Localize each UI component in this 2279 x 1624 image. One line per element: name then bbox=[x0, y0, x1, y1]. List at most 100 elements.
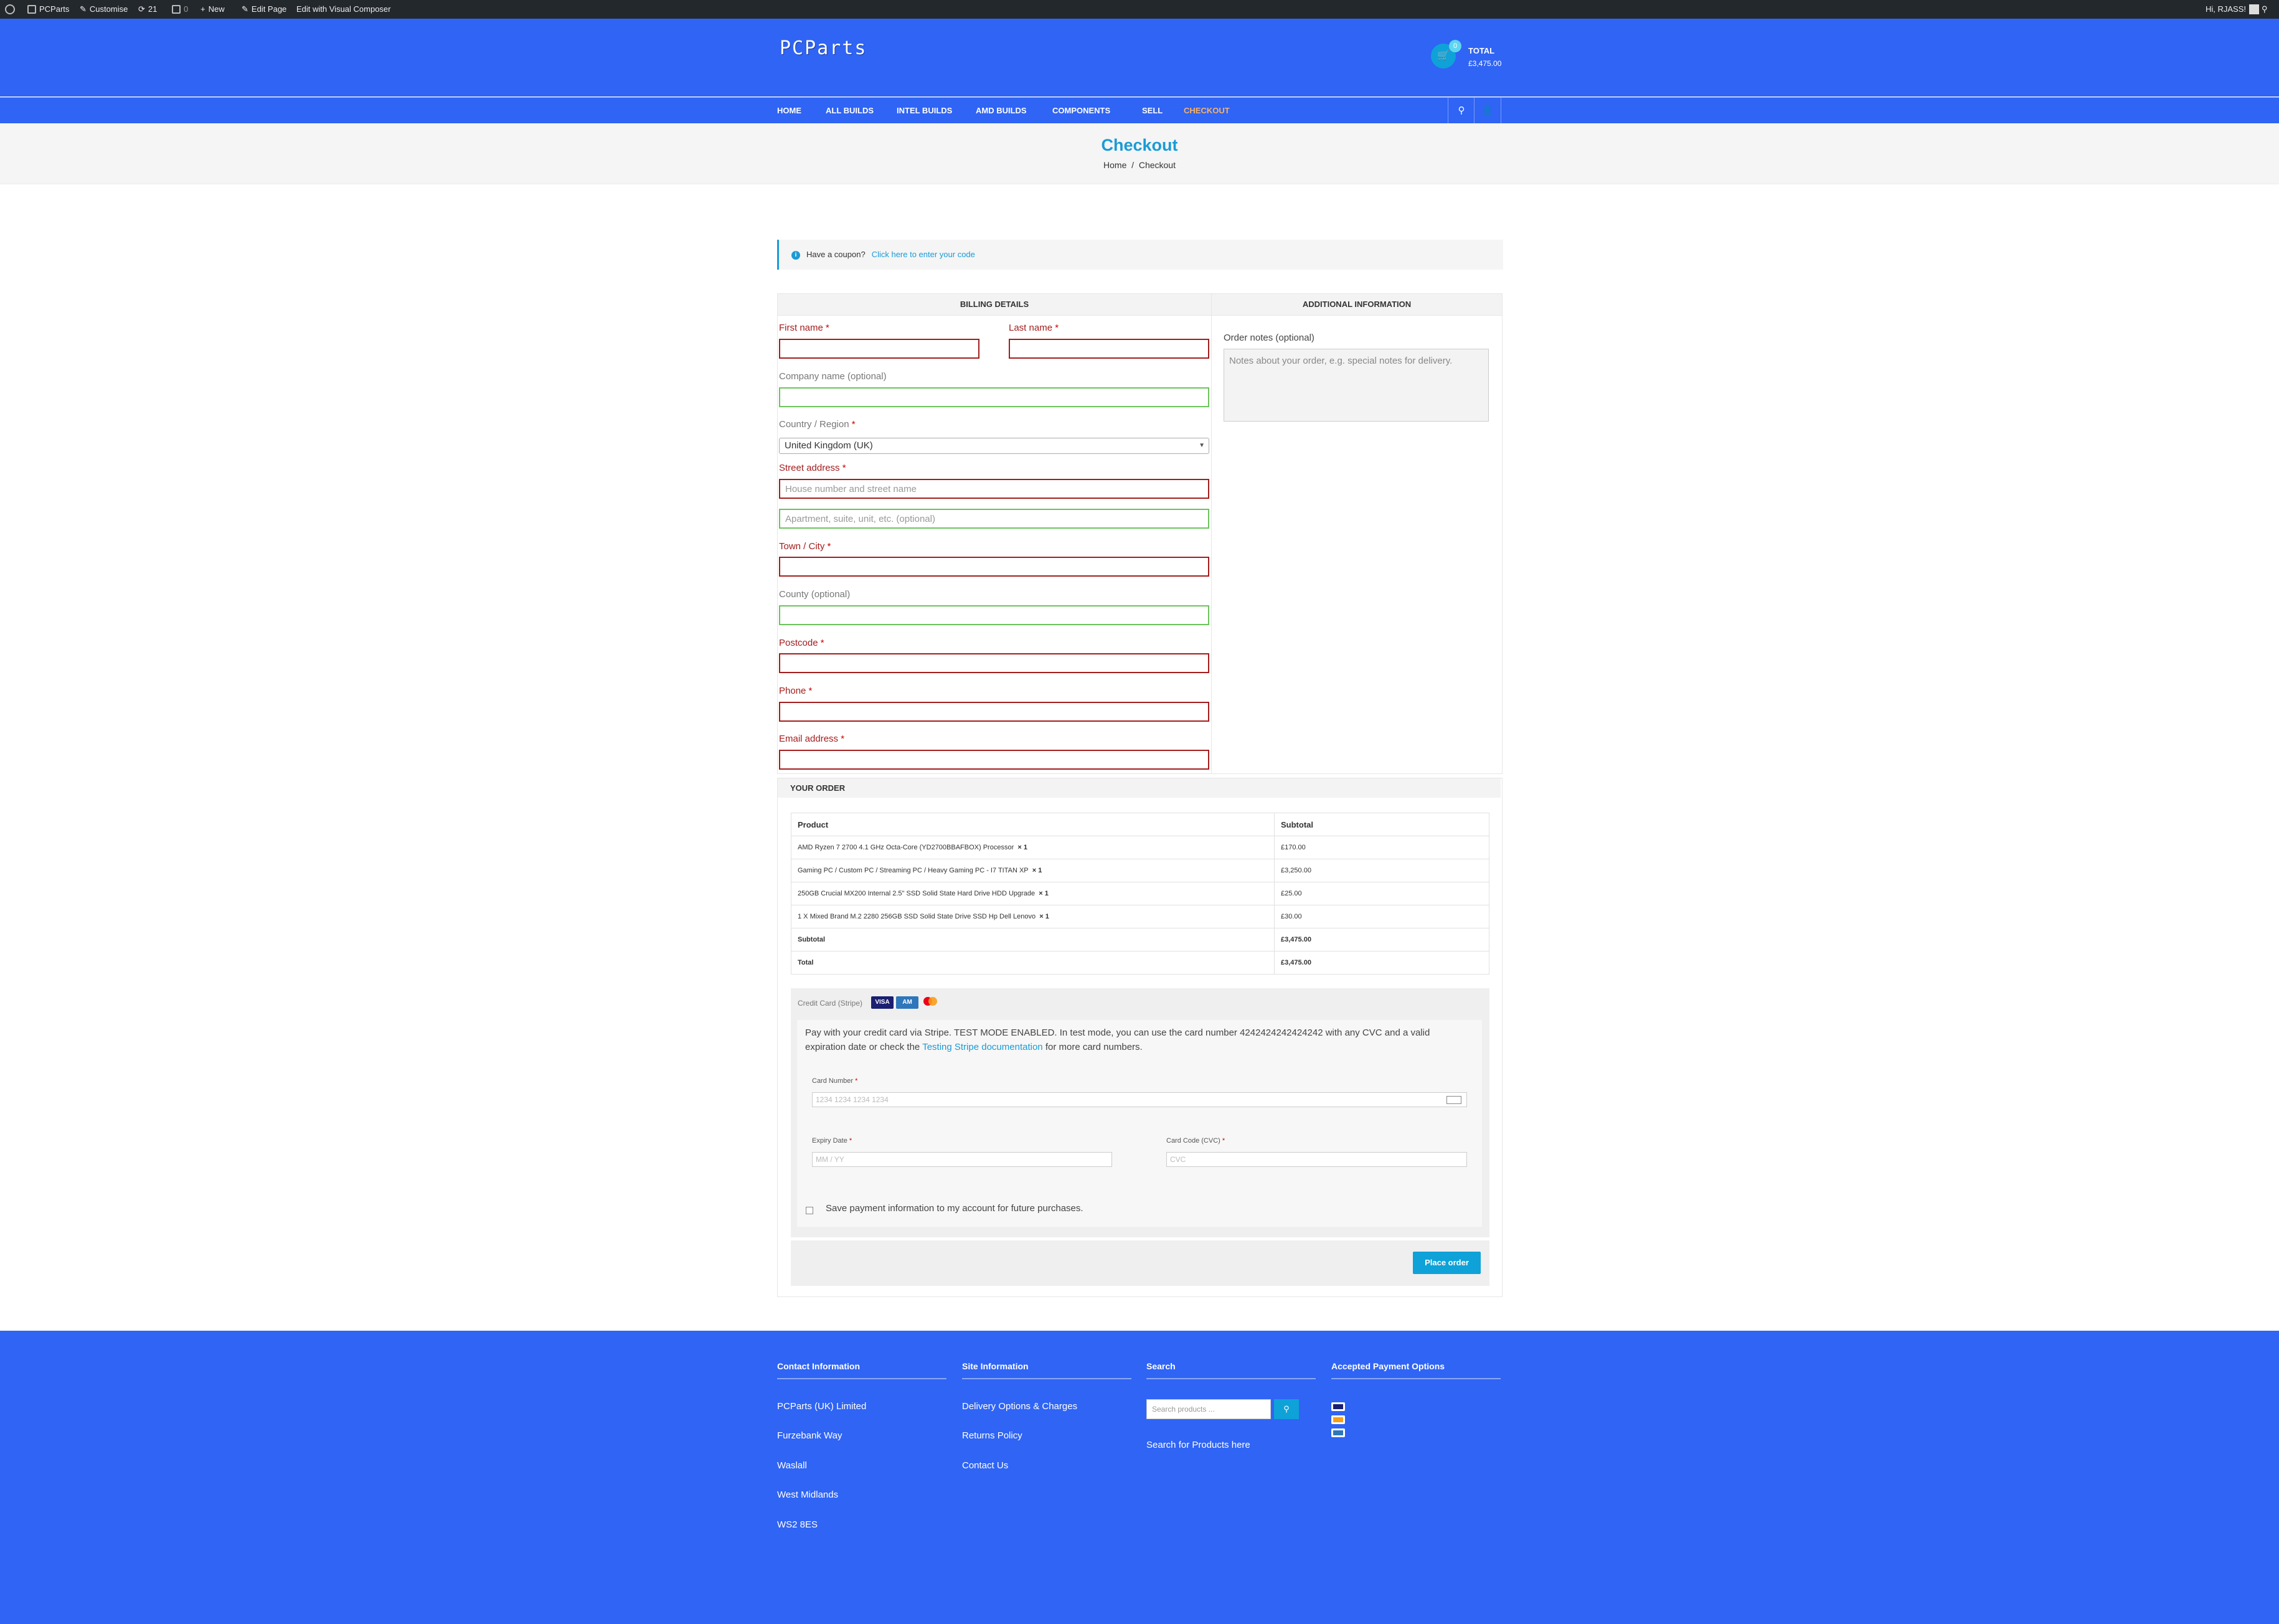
footer-link-returns[interactable]: Returns Policy bbox=[962, 1430, 1022, 1441]
wordpress-logo-icon[interactable] bbox=[5, 0, 15, 19]
search-icon: ⚲ bbox=[1283, 1404, 1290, 1414]
company-field[interactable] bbox=[779, 387, 1209, 407]
cart-count-badge: 0 bbox=[1449, 40, 1461, 52]
main-nav: HOME ALL BUILDS INTEL BUILDS AMD BUILDS … bbox=[0, 98, 2279, 123]
footer-divider bbox=[1146, 1378, 1316, 1379]
footer-search-text: Search for Products here bbox=[1146, 1440, 1250, 1450]
country-select[interactable]: United Kingdom (UK) ▼ bbox=[779, 438, 1209, 454]
footer-divider bbox=[777, 1378, 946, 1379]
additional-heading: ADDITIONAL INFORMATION bbox=[1212, 294, 1502, 316]
plus-icon: + bbox=[201, 4, 205, 14]
footer-search-heading: Search bbox=[1146, 1361, 1176, 1371]
save-payment-checkbox[interactable] bbox=[806, 1207, 813, 1214]
cart-total-label: TOTAL bbox=[1468, 46, 1495, 55]
product-cell: 1 X Mixed Brand M.2 2280 256GB SSD Solid… bbox=[791, 905, 1275, 928]
payment-method-label[interactable]: Credit Card (Stripe) bbox=[798, 999, 862, 1008]
street-field[interactable]: House number and street name bbox=[779, 479, 1209, 499]
coupon-notice: i Have a coupon? Click here to enter your … bbox=[777, 240, 1503, 270]
street2-field[interactable]: Apartment, suite, unit, etc. (optional) bbox=[779, 509, 1209, 529]
nav-intel-builds[interactable]: INTEL BUILDS bbox=[897, 98, 952, 123]
home-icon bbox=[27, 5, 36, 14]
info-icon: i bbox=[791, 250, 800, 260]
admin-account-link[interactable]: Hi, RJASS! bbox=[2206, 0, 2260, 19]
nav-components[interactable]: COMPONENTS bbox=[1052, 98, 1110, 123]
contact-line: Waslall bbox=[777, 1460, 807, 1471]
price-cell: £3,250.00 bbox=[1274, 859, 1489, 882]
table-row: 1 X Mixed Brand M.2 2280 256GB SSD Solid… bbox=[791, 905, 1489, 928]
subtotal-row: Subtotal £3,475.00 bbox=[791, 928, 1489, 951]
visa-icon: VISA bbox=[871, 996, 894, 1009]
nav-amd-builds[interactable]: AMD BUILDS bbox=[976, 98, 1027, 123]
mastercard-icon bbox=[1331, 1415, 1345, 1424]
nav-search-icon[interactable]: ⚲ bbox=[1448, 98, 1475, 123]
product-cell: AMD Ryzen 7 2700 4.1 GHz Octa-Core (YD27… bbox=[791, 836, 1275, 859]
phone-label: Phone * bbox=[779, 686, 813, 696]
footer-search-button[interactable]: ⚲ bbox=[1274, 1399, 1299, 1419]
admin-new-link[interactable]: + New bbox=[201, 0, 225, 19]
street-label: Street address * bbox=[779, 463, 846, 473]
county-field[interactable] bbox=[779, 605, 1209, 625]
admin-comments-link[interactable]: 0 bbox=[172, 0, 188, 19]
expiry-label: Expiry Date * bbox=[812, 1137, 852, 1145]
breadcrumb-separator: / bbox=[1131, 160, 1135, 170]
mastercard-circle bbox=[928, 997, 937, 1006]
price-cell: £25.00 bbox=[1274, 882, 1489, 905]
amex-icon: AM bbox=[896, 996, 918, 1009]
town-field[interactable] bbox=[779, 557, 1209, 577]
payment-description: Pay with your credit card via Stripe. TE… bbox=[805, 1027, 1430, 1052]
card-number-field[interactable]: 1234 1234 1234 1234 bbox=[812, 1092, 1467, 1107]
postcode-field[interactable] bbox=[779, 653, 1209, 673]
coupon-link[interactable]: Click here to enter your code bbox=[872, 250, 975, 259]
footer-link-contact[interactable]: Contact Us bbox=[962, 1460, 1008, 1471]
order-notes-label: Order notes (optional) bbox=[1224, 333, 1314, 343]
nav-all-builds[interactable]: ALL BUILDS bbox=[826, 98, 874, 123]
admin-site-link[interactable]: PCParts bbox=[27, 0, 69, 19]
total-row: Total £3,475.00 bbox=[791, 951, 1489, 975]
avatar bbox=[2249, 4, 2260, 14]
stripe-docs-link[interactable]: Testing Stripe documentation bbox=[922, 1042, 1042, 1052]
order-table: Product Subtotal AMD Ryzen 7 2700 4.1 GH… bbox=[791, 813, 1489, 975]
admin-edit-page-link[interactable]: ✎ Edit Page bbox=[242, 0, 286, 19]
site-logo[interactable]: PCParts bbox=[780, 37, 867, 59]
footer-divider bbox=[1331, 1378, 1501, 1379]
contact-line: PCParts (UK) Limited bbox=[777, 1401, 867, 1412]
save-payment-label: Save payment information to my account f… bbox=[826, 1203, 1083, 1214]
cvc-field[interactable]: CVC bbox=[1166, 1152, 1467, 1167]
page-title: Checkout bbox=[1101, 136, 1178, 154]
admin-edit-vc-link[interactable]: Edit with Visual Composer bbox=[296, 0, 391, 19]
phone-field[interactable] bbox=[779, 702, 1209, 722]
breadcrumb: Home / Checkout bbox=[0, 160, 2279, 170]
pencil-icon: ✎ bbox=[242, 4, 248, 14]
admin-search-icon[interactable]: ⚲ bbox=[2262, 0, 2268, 19]
footer-payment-heading: Accepted Payment Options bbox=[1331, 1361, 1445, 1371]
nav-home[interactable]: HOME bbox=[777, 98, 801, 123]
footer-link-delivery[interactable]: Delivery Options & Charges bbox=[962, 1401, 1077, 1412]
nav-account-icon[interactable]: 👤 bbox=[1474, 98, 1501, 123]
email-label: Email address * bbox=[779, 734, 845, 744]
wp-admin-bar: PCParts ✎ Customise ⟳ 21 0 + New ✎ Edit Page… bbox=[0, 0, 2279, 19]
company-label: Company name (optional) bbox=[779, 371, 887, 382]
nav-sell[interactable]: SELL bbox=[1142, 98, 1163, 123]
email-field[interactable] bbox=[779, 750, 1209, 770]
footer-search-input[interactable]: Search products ... bbox=[1146, 1399, 1271, 1419]
order-table-header: Product Subtotal bbox=[791, 813, 1489, 836]
nav-checkout[interactable]: CHECKOUT bbox=[1184, 98, 1230, 123]
total-value: £3,475.00 bbox=[1274, 951, 1489, 975]
chevron-down-icon: ▼ bbox=[1199, 442, 1205, 449]
cvc-label: Card Code (CVC) * bbox=[1166, 1137, 1225, 1145]
first-name-field[interactable] bbox=[779, 339, 979, 359]
footer-site-heading: Site Information bbox=[962, 1361, 1029, 1371]
price-cell: £30.00 bbox=[1274, 905, 1489, 928]
order-notes-field[interactable]: Notes about your order, e.g. special not… bbox=[1224, 349, 1489, 422]
admin-updates-link[interactable]: ⟳ 21 bbox=[138, 0, 157, 19]
table-row: 250GB Crucial MX200 Internal 2.5" SSD So… bbox=[791, 882, 1489, 905]
last-name-field[interactable] bbox=[1009, 339, 1209, 359]
expiry-field[interactable]: MM / YY bbox=[812, 1152, 1112, 1167]
admin-customise-link[interactable]: ✎ Customise bbox=[80, 0, 128, 19]
breadcrumb-home[interactable]: Home bbox=[1103, 160, 1126, 170]
brush-icon: ✎ bbox=[80, 4, 87, 14]
place-order-button[interactable]: Place order bbox=[1413, 1252, 1481, 1274]
place-order-bar bbox=[791, 1240, 1489, 1286]
subtotal-column-header: Subtotal bbox=[1274, 813, 1489, 836]
product-cell: 250GB Crucial MX200 Internal 2.5" SSD So… bbox=[791, 882, 1275, 905]
